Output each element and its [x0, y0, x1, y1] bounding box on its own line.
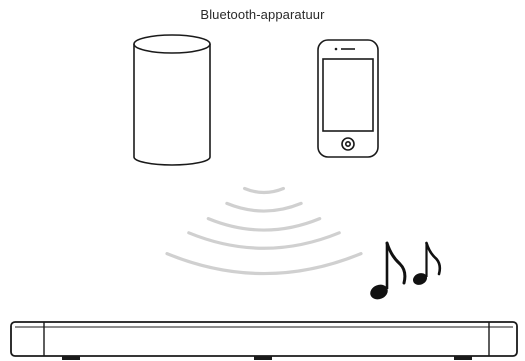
diagram-canvas: [10, 34, 518, 360]
bluetooth-signal-waves-icon: [165, 186, 363, 276]
music-notes-icon: [370, 241, 442, 300]
smartphone-icon: [317, 39, 379, 158]
soundbar-icon: [10, 321, 518, 360]
speaker-icon: [133, 34, 211, 166]
